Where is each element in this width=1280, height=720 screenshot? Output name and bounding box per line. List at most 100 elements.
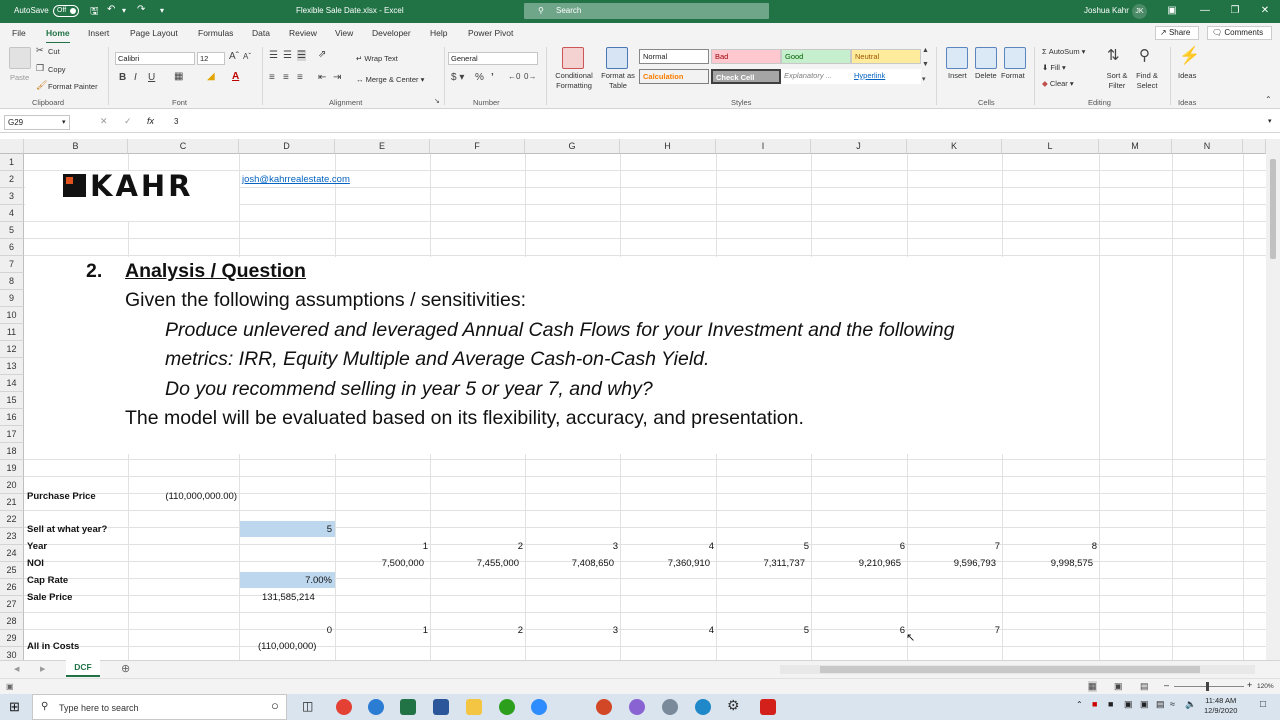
find-select-icon[interactable]: ⚲	[1139, 46, 1150, 64]
decrease-decimal-icon[interactable]: 0→	[524, 72, 536, 81]
cancel-entry-icon[interactable]: ✕	[100, 116, 108, 127]
sale-price-value[interactable]: 131,585,214	[262, 589, 315, 606]
italic-button[interactable]: I	[134, 72, 137, 83]
tab-power-pivot[interactable]: Power Pivot	[468, 28, 513, 38]
expand-formula-bar-icon[interactable]: ▾	[1268, 117, 1272, 125]
column-header[interactable]: D	[239, 139, 335, 154]
volume-icon[interactable]: 🔈	[1185, 699, 1196, 710]
sheet-tab-dcf[interactable]: DCF	[66, 660, 100, 677]
underline-button[interactable]: U	[148, 72, 155, 83]
row-header[interactable]: 26	[0, 579, 24, 596]
format-cells-icon[interactable]	[1004, 47, 1026, 69]
purchase-price-value[interactable]: (110,000,000.00)	[130, 488, 237, 505]
year-cell[interactable]: 1	[336, 538, 428, 555]
column-header[interactable]: B	[24, 139, 128, 154]
acrobat-icon[interactable]	[760, 699, 776, 715]
quickbooks-icon[interactable]	[499, 699, 515, 715]
find-select-button[interactable]: Find & Select	[1132, 71, 1162, 91]
row-header[interactable]: 13	[0, 358, 24, 375]
column-header[interactable]: I	[716, 139, 811, 154]
tab-file[interactable]: File	[12, 28, 26, 38]
year-cell[interactable]: 7	[908, 538, 1000, 555]
insert-cells-icon[interactable]	[946, 47, 968, 69]
excel-icon[interactable]	[400, 699, 416, 715]
horizontal-scrollbar[interactable]	[780, 665, 1255, 674]
format-cells-button[interactable]: Format	[1001, 71, 1025, 80]
fill-button[interactable]: ⬇ Fill ▾	[1042, 63, 1066, 72]
column-header[interactable]: L	[1002, 139, 1099, 154]
settings-gear-icon[interactable]: ⚙	[727, 697, 740, 714]
align-middle-icon[interactable]: ☰	[283, 50, 292, 61]
tray-app-icon[interactable]: ▣	[1124, 699, 1133, 710]
orientation-icon[interactable]: ⇗	[318, 49, 326, 60]
sell-year-input[interactable]: 5	[240, 521, 332, 538]
row-header[interactable]: 6	[0, 239, 24, 256]
network-icon[interactable]: ▤	[1156, 699, 1165, 710]
ribbon-display-options-icon[interactable]: ▣	[1165, 4, 1179, 18]
row-header[interactable]: 22	[0, 511, 24, 528]
period-cell[interactable]: 6	[812, 622, 905, 639]
conditional-formatting-button[interactable]: Conditional Formatting	[551, 71, 597, 91]
collapse-ribbon-icon[interactable]: ⌃	[1265, 95, 1272, 104]
period-cell[interactable]: 7	[908, 622, 1000, 639]
period-cell[interactable]: 3	[526, 622, 618, 639]
restore-icon[interactable]: ❐	[1228, 4, 1242, 18]
tray-expand-icon[interactable]: ⌃	[1076, 700, 1083, 709]
row-header[interactable]: 27	[0, 596, 24, 613]
noi-cell[interactable]: 7,455,000	[431, 555, 519, 572]
period-cell[interactable]: 1	[336, 622, 428, 639]
row-header[interactable]: 8	[0, 273, 24, 290]
year-cell[interactable]: 5	[717, 538, 809, 555]
align-top-icon[interactable]: ☰	[269, 50, 278, 61]
undo-icon[interactable]: ↶	[107, 4, 115, 15]
sort-filter-icon[interactable]: ⇅	[1107, 46, 1120, 64]
row-header[interactable]: 17	[0, 426, 24, 443]
chrome-icon[interactable]	[336, 699, 352, 715]
row-header[interactable]: 19	[0, 460, 24, 477]
currency-icon[interactable]: $ ▾	[451, 72, 464, 83]
close-icon[interactable]: ✕	[1258, 4, 1272, 18]
save-icon[interactable]: 🖫	[90, 4, 99, 21]
tab-review[interactable]: Review	[289, 28, 317, 38]
column-header[interactable]: C	[128, 139, 239, 154]
zoom-slider-thumb[interactable]	[1206, 682, 1209, 691]
taskbar-search-box[interactable]: ⚲ Type here to search	[32, 694, 287, 720]
column-header[interactable]: G	[525, 139, 620, 154]
row-header[interactable]: 1	[0, 154, 24, 171]
row-header[interactable]: 7	[0, 256, 24, 273]
zoom-app-icon[interactable]	[531, 699, 547, 715]
comments-button[interactable]: 🗨 Comments	[1207, 26, 1272, 40]
browser-icon[interactable]	[368, 699, 384, 715]
app-icon[interactable]	[662, 699, 678, 715]
column-header[interactable]: M	[1099, 139, 1172, 154]
style-check-cell[interactable]: Check Cell	[711, 69, 781, 84]
noi-cell[interactable]: 7,408,650	[526, 555, 614, 572]
year-cell[interactable]: 3	[526, 538, 618, 555]
insert-function-icon[interactable]: fx	[147, 116, 154, 126]
increase-decimal-icon[interactable]: ←0	[508, 72, 520, 81]
new-sheet-icon[interactable]: ⊕	[121, 662, 130, 675]
year-cell[interactable]: 4	[621, 538, 714, 555]
row-header[interactable]: 9	[0, 290, 24, 307]
format-painter-button[interactable]: Format Painter	[48, 82, 98, 91]
fill-color-icon[interactable]: ◢	[207, 71, 215, 82]
column-header[interactable]: K	[907, 139, 1002, 154]
prev-sheet-icon[interactable]: ◀	[14, 665, 19, 673]
normal-view-icon[interactable]: ▦	[1088, 681, 1097, 692]
paste-button[interactable]: Paste	[10, 73, 29, 82]
all-in-costs-value[interactable]: (110,000,000)	[258, 638, 316, 655]
row-header[interactable]: 15	[0, 392, 24, 409]
style-bad[interactable]: Bad	[711, 49, 781, 64]
row-header[interactable]: 25	[0, 562, 24, 579]
conditional-formatting-icon[interactable]	[562, 47, 584, 69]
increase-indent-icon[interactable]: ⇥	[333, 72, 341, 83]
format-as-table-button[interactable]: Format as Table	[599, 71, 637, 91]
style-good[interactable]: Good	[781, 49, 851, 64]
user-name[interactable]: Joshua Kahr	[1084, 6, 1129, 15]
bold-button[interactable]: B	[119, 72, 126, 83]
powerpoint-icon[interactable]	[596, 699, 612, 715]
shrink-font-icon[interactable]: Aˇ	[243, 52, 251, 61]
tab-view[interactable]: View	[335, 28, 353, 38]
task-view-icon[interactable]: ◫	[302, 699, 313, 713]
vertical-scrollbar[interactable]	[1266, 139, 1280, 660]
